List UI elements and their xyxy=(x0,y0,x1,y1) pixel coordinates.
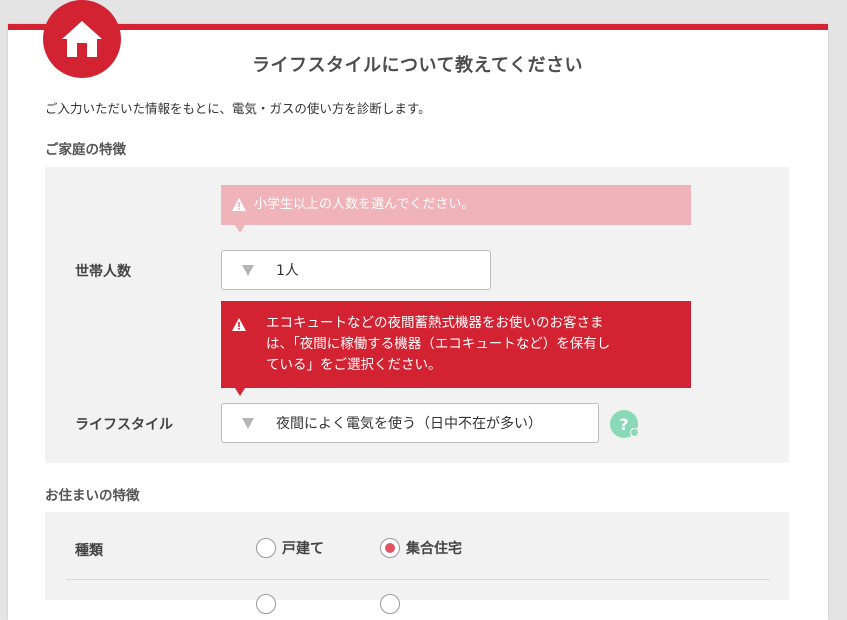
radio-label: 戸建て xyxy=(282,541,324,557)
dropdown-arrow-icon xyxy=(242,264,254,276)
lifestyle-alert: エコキュートなどの夜間蓄熱式機器をお使いのお客さま は、「夜間に稼働する機器（エ… xyxy=(221,301,691,396)
radio-selected-dot xyxy=(385,543,395,553)
lifestyle-alert-line: は、「夜間に稼働する機器（エコキュートなど）を保有し xyxy=(266,336,611,352)
radio-apartment[interactable]: 集合住宅 xyxy=(380,538,462,558)
radio-next-row[interactable] xyxy=(380,594,406,614)
warning-icon xyxy=(232,198,246,211)
radio-label: 集合住宅 xyxy=(406,541,462,557)
household-heading: ご家庭の特徴 xyxy=(45,142,126,158)
alert-tail xyxy=(235,388,245,396)
row-divider xyxy=(66,579,770,580)
radio-circle[interactable] xyxy=(256,538,276,558)
radio-circle[interactable] xyxy=(256,594,276,614)
household-size-label: 世帯人数 xyxy=(75,264,131,280)
lifestyle-label: ライフスタイル xyxy=(75,417,173,433)
lifestyle-alert-line: エコキュートなどの夜間蓄熱式機器をお使いのお客さま xyxy=(266,315,604,331)
help-button[interactable]: ? xyxy=(610,410,639,438)
children-alert-text: 小学生以上の人数を選んでください。 xyxy=(254,197,475,212)
warning-icon xyxy=(232,318,246,331)
lifestyle-value: 夜間によく電気を使う（日中不在が多い） xyxy=(276,416,542,432)
radio-circle[interactable] xyxy=(380,594,400,614)
lifestyle-alert-line: ている」をご選択ください。 xyxy=(266,357,442,373)
residence-heading: お住まいの特徴 xyxy=(45,488,140,504)
household-size-select[interactable]: 1人 xyxy=(221,250,491,290)
residence-type-label: 種類 xyxy=(75,543,103,559)
radio-next-row[interactable] xyxy=(256,594,282,614)
radio-circle[interactable] xyxy=(380,538,400,558)
lifestyle-select[interactable]: 夜間によく電気を使う（日中不在が多い） xyxy=(221,403,599,443)
page-title: ライフスタイルについて教えてください xyxy=(251,55,584,76)
help-icon: ? xyxy=(619,414,629,434)
household-size-value: 1人 xyxy=(276,263,299,279)
lifestyle-alert-text: エコキュートなどの夜間蓄熱式機器をお使いのお客さま は、「夜間に稼働する機器（エ… xyxy=(266,313,610,376)
radio-detached[interactable]: 戸建て xyxy=(256,538,324,558)
alert-tail xyxy=(235,225,245,233)
children-alert: 小学生以上の人数を選んでください。 xyxy=(221,185,691,233)
dropdown-arrow-icon xyxy=(242,417,254,429)
intro-text: ご入力いただいた情報をもとに、電気・ガスの使い方を診断します。 xyxy=(45,101,431,116)
